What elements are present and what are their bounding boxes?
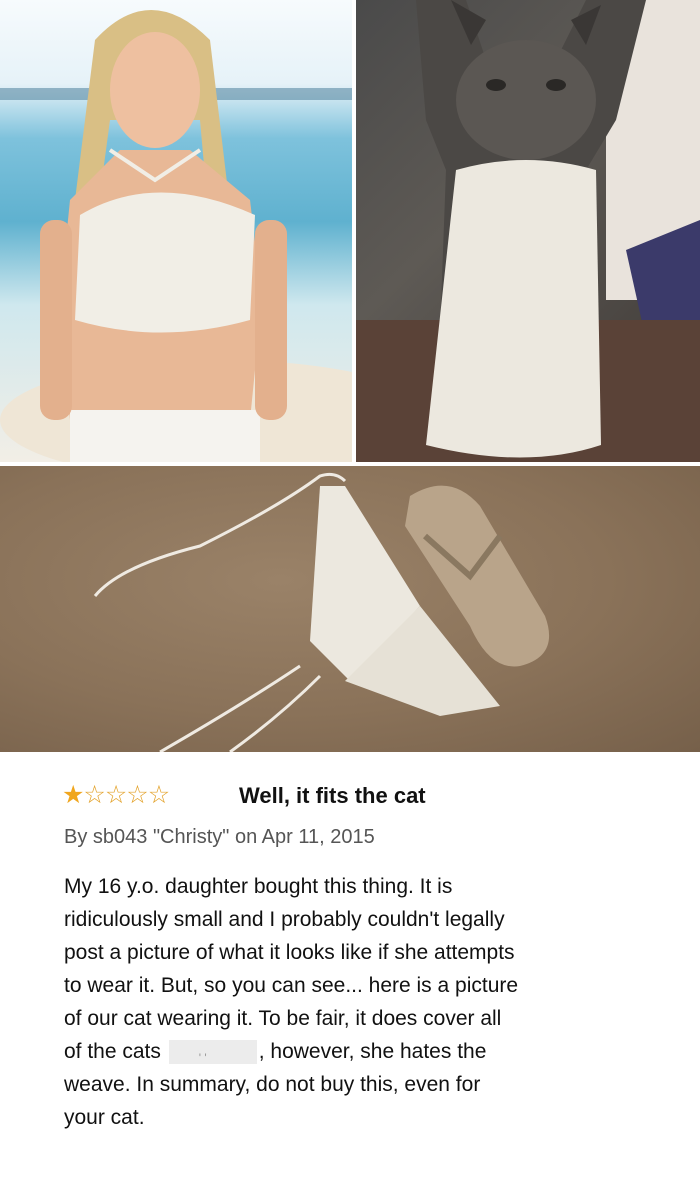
review-body-line: weave. In summary, do not buy this, even… <box>64 1073 481 1096</box>
review-body-line: post a picture of what it looks like if … <box>64 941 515 964</box>
star-filled-icon: ★ <box>62 781 85 809</box>
redacted-word <box>168 1040 257 1075</box>
cat-photo <box>356 0 700 462</box>
review-body-line: ridiculously small and I probably couldn… <box>64 908 505 931</box>
photo-collage <box>0 0 700 752</box>
review-body-line: of our cat wearing it. To be fair, it do… <box>64 1007 502 1030</box>
star-empty-icon: ☆ <box>147 781 171 809</box>
review-date: Apr 11, 2015 <box>261 826 375 848</box>
star-empty-icon: ☆ <box>104 781 128 809</box>
review-body-line: your cat. <box>64 1106 145 1129</box>
beach-illustration <box>93 472 550 752</box>
body-text-before-redaction: of the cats <box>64 1040 161 1063</box>
woman-illustration <box>0 10 352 462</box>
byline-prefix: By <box>64 826 88 848</box>
cat-illustration <box>356 0 700 462</box>
review-title[interactable]: Well, it fits the cat <box>239 782 426 810</box>
review-body-line: to wear it. But, so you can see... here … <box>64 974 519 997</box>
star-rating: ★ ☆ ☆ ☆ ☆ <box>62 781 171 809</box>
byline-on: on <box>234 826 258 848</box>
review-card: ★ ☆ ☆ ☆ ☆ Well, it fits the cat By sb043… <box>0 752 700 1204</box>
star-empty-icon: ☆ <box>83 781 106 809</box>
review-byline: By sb043 "Christy" on Apr 11, 2015 <box>64 824 375 850</box>
star-empty-icon: ☆ <box>126 781 149 809</box>
body-text-after-redaction: , however, she hates the <box>258 1040 487 1063</box>
review-body-line: My 16 y.o. daughter bought this thing. I… <box>64 875 453 898</box>
review-body-line: of the cats , however, she hates the <box>64 1035 664 1075</box>
beach-photo <box>0 466 700 752</box>
review-author-link[interactable]: sb043 "Christy" <box>93 826 229 848</box>
woman-photo <box>0 0 352 462</box>
review-body: My 16 y.o. daughter bought this thing. I… <box>64 870 664 1134</box>
